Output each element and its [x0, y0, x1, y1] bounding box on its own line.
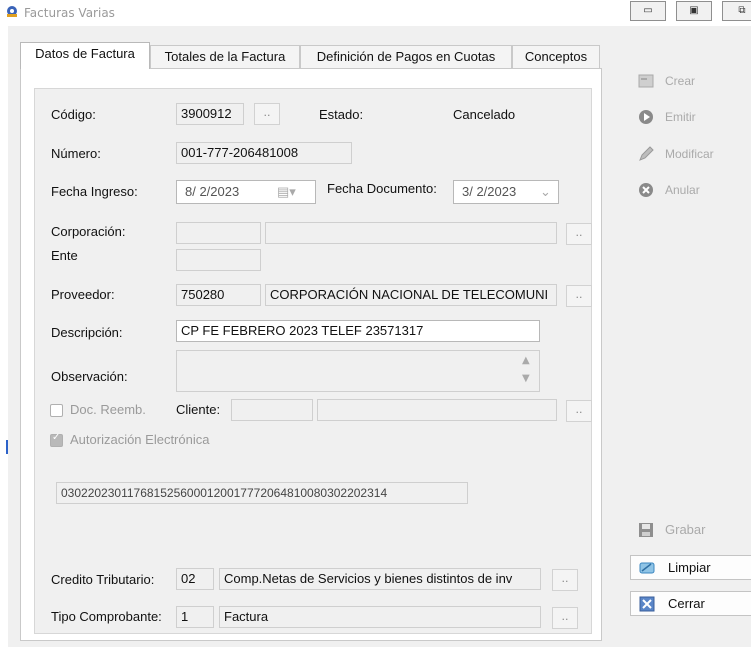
proveedor-label: Proveedor:: [51, 287, 115, 302]
corporacion-name-field[interactable]: [265, 222, 557, 244]
doc-reemb-checkbox[interactable]: [50, 404, 63, 417]
left-edge: [0, 26, 8, 647]
autorizacion-number-field[interactable]: 0302202301176815256000120017772064810080…: [56, 482, 468, 504]
checkmark-icon: ✓: [52, 432, 61, 443]
estado-value: Cancelado: [453, 107, 516, 122]
maximize-icon: ▣: [689, 5, 699, 16]
corporacion-lookup-button[interactable]: ..: [566, 223, 592, 245]
credito-tributario-label: Credito Tributario:: [51, 572, 155, 587]
crear-button[interactable]: Crear: [630, 68, 751, 94]
ente-label: Ente: [51, 248, 78, 263]
scroll-up-icon[interactable]: ▲: [522, 355, 530, 366]
credito-tributario-lookup-button[interactable]: ..: [552, 569, 578, 591]
chevron-down-icon[interactable]: ⌄: [540, 181, 551, 203]
restore-icon: ⧉: [738, 5, 746, 16]
scroll-down-icon[interactable]: ▼: [522, 373, 530, 384]
codigo-label: Código:: [51, 107, 96, 122]
tab-pagos-cuotas[interactable]: Definición de Pagos en Cuotas: [300, 45, 512, 68]
corporacion-code-field[interactable]: [176, 222, 261, 244]
app-logo-icon: [7, 6, 17, 17]
cliente-lookup-button[interactable]: ..: [566, 400, 592, 422]
fecha-documento-picker[interactable]: 3/ 2/2023 ⌄: [453, 180, 559, 204]
observacion-scrollbar[interactable]: ▲ ▼: [520, 353, 536, 389]
clean-icon: [639, 562, 655, 574]
proveedor-lookup-button[interactable]: ..: [566, 285, 592, 307]
minimize-icon: ▭: [643, 5, 653, 16]
autorizacion-label: Autorización Electrónica: [70, 432, 210, 447]
descripcion-field[interactable]: CP FE FEBRERO 2023 TELEF 23571317: [176, 320, 540, 342]
left-marker: [6, 440, 8, 454]
credito-tributario-desc-field[interactable]: Comp.Netas de Servicios y bienes distint…: [219, 568, 541, 590]
minimize-button[interactable]: ▭: [630, 1, 666, 21]
window-title: Facturas Varias: [24, 6, 115, 20]
fecha-documento-label: Fecha Documento:: [327, 181, 437, 196]
numero-label: Número:: [51, 146, 101, 161]
cancel-circle-icon: [639, 183, 653, 197]
ente-field[interactable]: [176, 249, 261, 271]
codigo-field[interactable]: 3900912: [176, 103, 244, 125]
cliente-name-field[interactable]: [317, 399, 557, 421]
maximize-button[interactable]: ▣: [676, 1, 712, 21]
tipo-comprobante-label: Tipo Comprobante:: [51, 609, 162, 624]
modificar-button[interactable]: Modificar: [630, 141, 751, 167]
numero-field[interactable]: 001-777-206481008: [176, 142, 352, 164]
cliente-label: Cliente:: [176, 402, 221, 417]
proveedor-name-field[interactable]: CORPORACIÓN NACIONAL DE TELECOMUNI: [265, 284, 557, 306]
calendar-icon[interactable]: ▤▾: [277, 181, 296, 203]
cerrar-button[interactable]: Cerrar: [630, 591, 751, 616]
tab-datos-factura[interactable]: Datos de Factura: [20, 42, 150, 69]
tipo-comprobante-code-field[interactable]: 1: [176, 606, 214, 628]
close-icon: [639, 596, 655, 612]
observacion-textarea[interactable]: [176, 350, 540, 392]
fecha-ingreso-label: Fecha Ingreso:: [51, 184, 138, 199]
cliente-code-field[interactable]: [231, 399, 313, 421]
pencil-icon: [639, 146, 654, 161]
codigo-lookup-button[interactable]: ..: [254, 103, 280, 125]
tab-conceptos[interactable]: Conceptos: [512, 45, 600, 68]
new-document-icon: [638, 74, 654, 88]
limpiar-button[interactable]: Limpiar: [630, 555, 751, 580]
estado-label: Estado:: [319, 107, 364, 122]
doc-reemb-label: Doc. Reemb.: [70, 402, 146, 417]
save-disk-icon: [639, 523, 653, 537]
corporacion-label: Corporación:: [51, 224, 126, 239]
tipo-comprobante-lookup-button[interactable]: ..: [552, 607, 578, 629]
fecha-documento-value: 3/ 2/2023: [462, 184, 517, 199]
emitir-button[interactable]: Emitir: [630, 104, 751, 130]
observacion-label: Observación:: [51, 369, 128, 384]
restore-button[interactable]: ⧉: [722, 1, 751, 21]
grabar-button[interactable]: Grabar: [630, 517, 751, 543]
proveedor-code-field[interactable]: 750280: [176, 284, 261, 306]
fecha-ingreso-value: 8/ 2/2023: [185, 184, 240, 199]
autorizacion-checkbox[interactable]: ✓: [50, 432, 63, 447]
credito-tributario-code-field[interactable]: 02: [176, 568, 214, 590]
fecha-ingreso-picker[interactable]: 8/ 2/2023 ▤▾: [176, 180, 316, 204]
play-icon: [639, 110, 653, 124]
descripcion-label: Descripción:: [51, 325, 123, 340]
tab-totales-factura[interactable]: Totales de la Factura: [150, 45, 300, 68]
anular-button[interactable]: Anular: [630, 177, 751, 203]
tipo-comprobante-desc-field[interactable]: Factura: [219, 606, 541, 628]
